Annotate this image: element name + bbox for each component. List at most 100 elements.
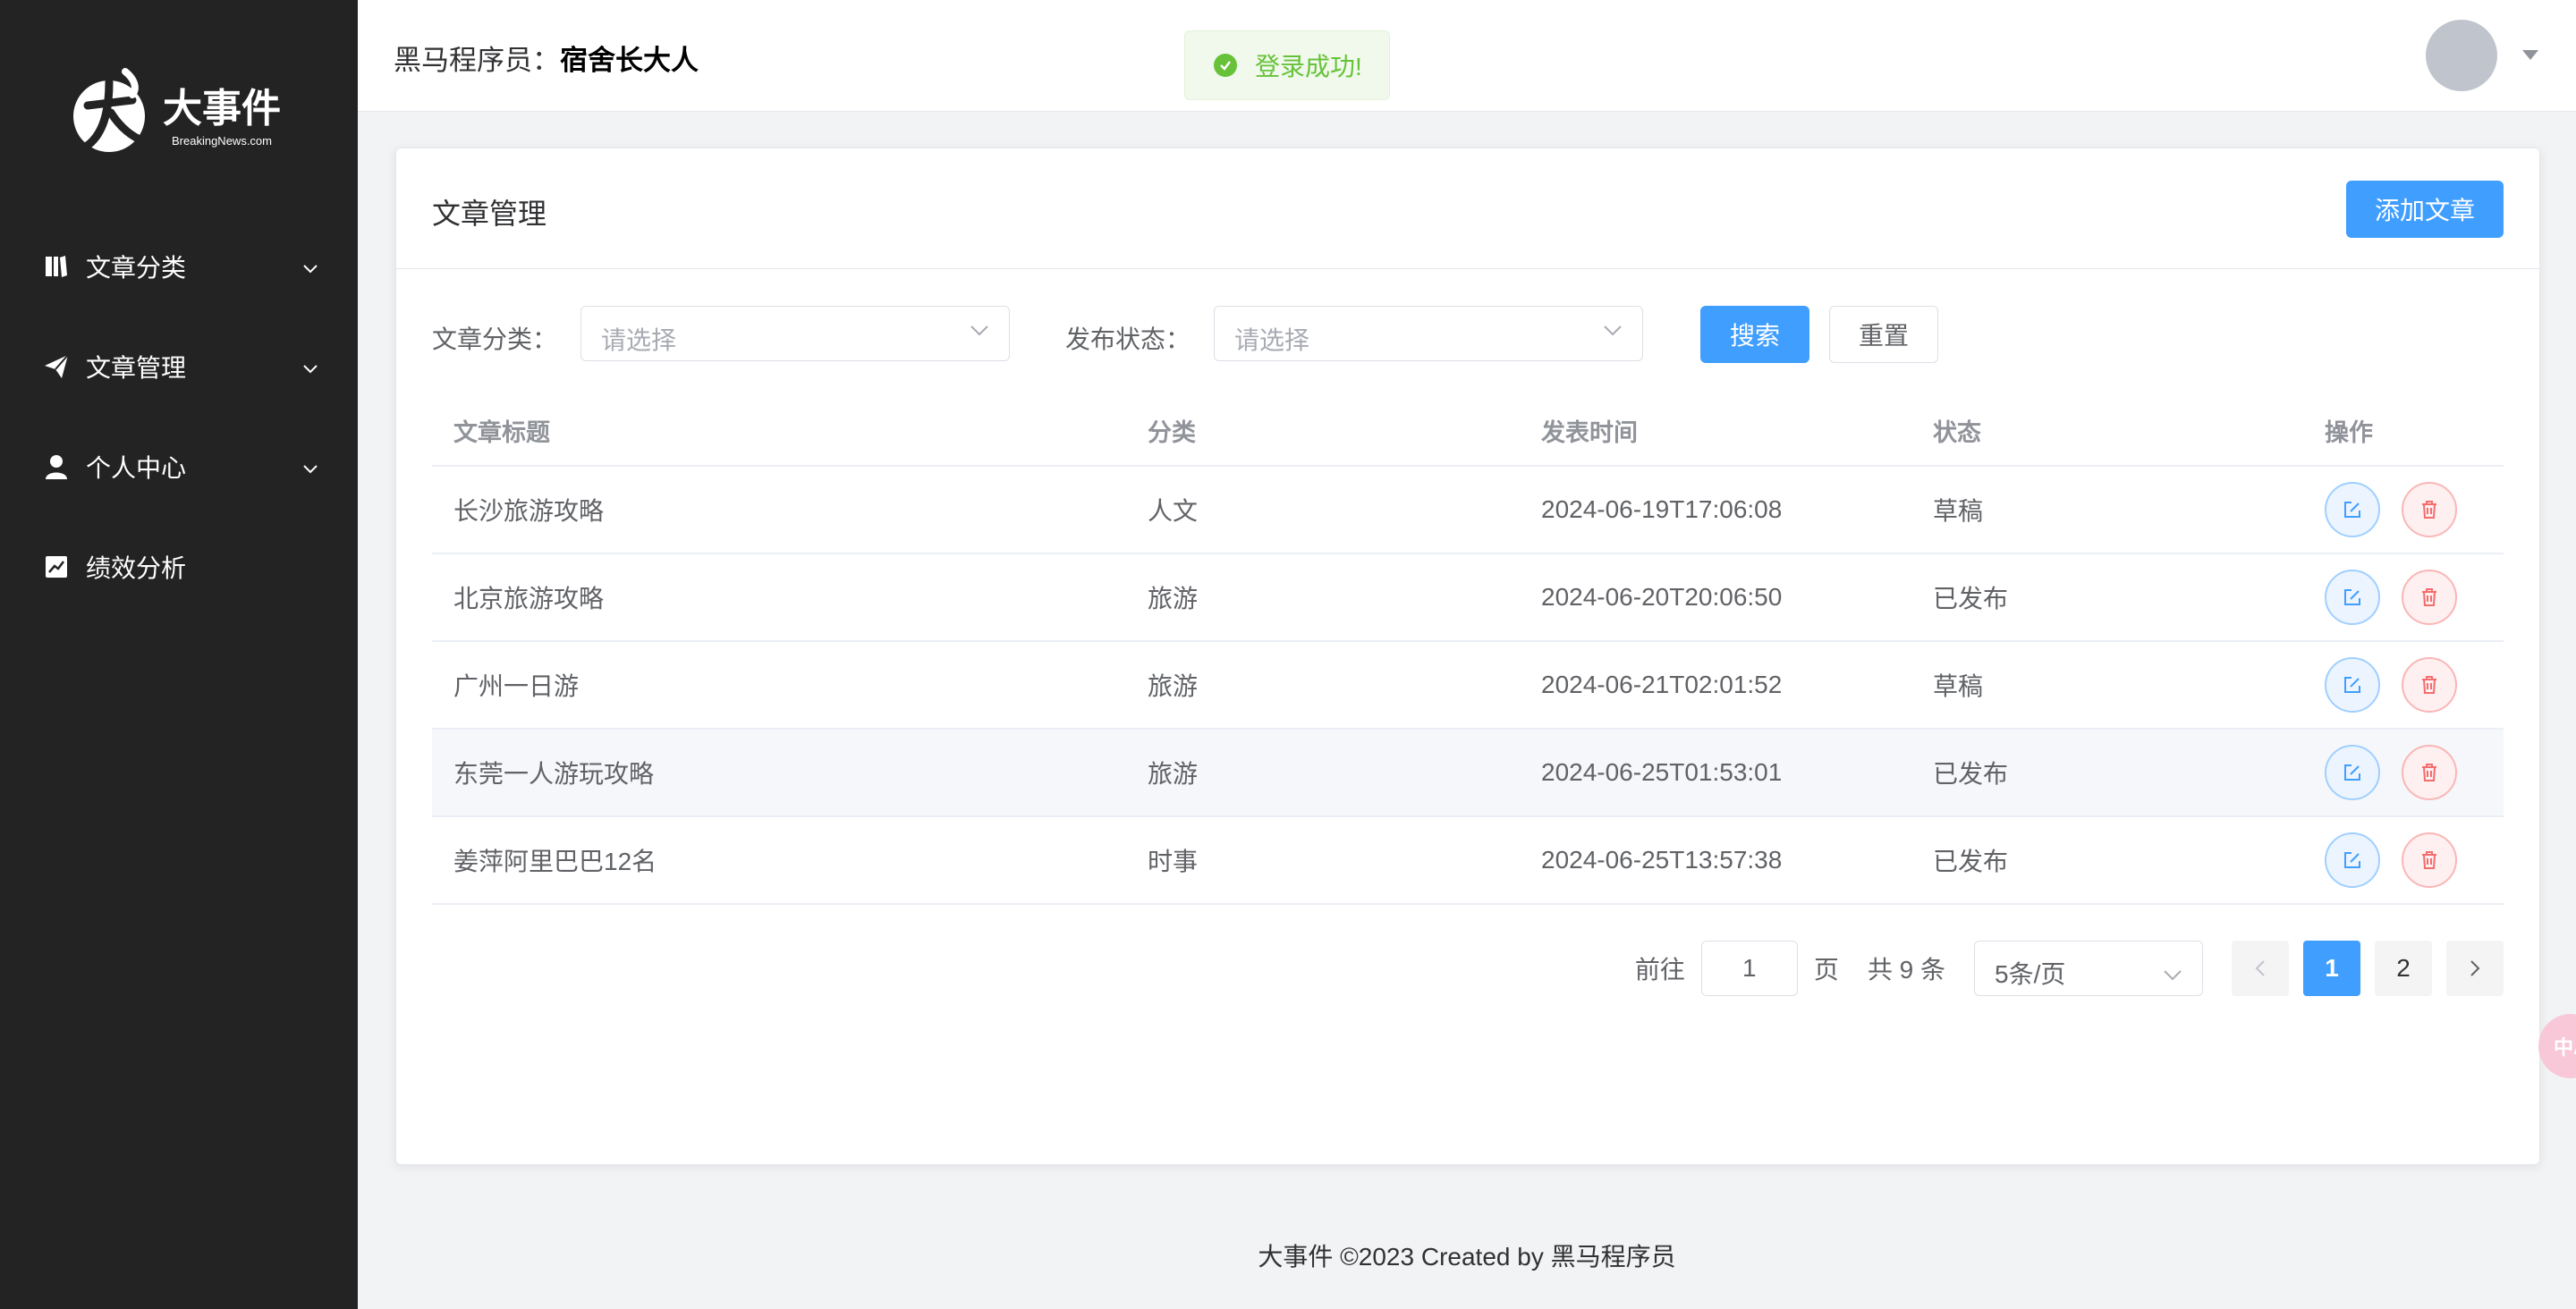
cell-status: 草稿 bbox=[1933, 497, 1984, 525]
sidebar: 大事件 BreakingNews.com 文章分类 文章管理 个人中心 绩效分析 bbox=[0, 0, 358, 1309]
goto-label: 前往 bbox=[1634, 956, 1685, 984]
sidebar-item-article-category[interactable]: 文章分类 bbox=[0, 216, 358, 317]
cell-category: 人文 bbox=[1148, 497, 1199, 525]
cell-category: 旅游 bbox=[1148, 760, 1199, 788]
add-article-button[interactable]: 添加文章 bbox=[2346, 181, 2504, 238]
caret-down-icon[interactable] bbox=[2522, 50, 2538, 60]
edit-button[interactable] bbox=[2325, 657, 2380, 713]
cell-category: 旅游 bbox=[1148, 585, 1199, 612]
trash-icon bbox=[2422, 764, 2436, 781]
sidebar-item-label: 个人中心 bbox=[86, 454, 187, 482]
delete-button[interactable] bbox=[2402, 832, 2457, 888]
search-button[interactable]: 搜索 bbox=[1700, 306, 1809, 363]
card-header: 文章管理 添加文章 bbox=[396, 148, 2539, 269]
logo-text: 大事件 bbox=[163, 86, 281, 131]
cell-status: 已发布 bbox=[1933, 848, 2009, 875]
book-icon bbox=[43, 253, 70, 280]
table-row: 广州一日游 旅游 2024-06-21T02:01:52 草稿 bbox=[432, 642, 2504, 730]
delete-button[interactable] bbox=[2402, 570, 2457, 625]
cell-actions bbox=[2325, 570, 2504, 625]
sidebar-item-label: 文章管理 bbox=[86, 354, 187, 382]
cell-time: 2024-06-25T01:53:01 bbox=[1541, 758, 1783, 786]
user-prefix: 黑马程序员： bbox=[394, 45, 560, 76]
toast-message: 登录成功! bbox=[1255, 53, 1362, 80]
edit-button[interactable] bbox=[2325, 570, 2380, 625]
table-header: 文章标题 分类 发表时间 状态 操作 bbox=[432, 395, 2504, 467]
goto-page-input[interactable] bbox=[1700, 941, 1798, 996]
cell-time: 2024-06-25T13:57:38 bbox=[1541, 846, 1783, 874]
edit-icon bbox=[2344, 677, 2360, 693]
cell-status: 草稿 bbox=[1933, 672, 1984, 700]
delete-button[interactable] bbox=[2402, 745, 2457, 800]
cell-title: 广州一日游 bbox=[453, 672, 580, 700]
trash-icon bbox=[2422, 501, 2436, 519]
cell-title: 东莞一人游玩攻略 bbox=[453, 760, 655, 788]
table-row: 东莞一人游玩攻略 旅游 2024-06-25T01:53:01 已发布 bbox=[432, 730, 2504, 817]
edit-button[interactable] bbox=[2325, 745, 2380, 800]
page-title: 文章管理 bbox=[432, 198, 547, 230]
total-count: 共 9 条 bbox=[1867, 956, 1945, 984]
cell-title: 姜萍阿里巴巴12名 bbox=[453, 848, 657, 875]
check-circle-icon bbox=[1214, 54, 1237, 77]
edit-icon bbox=[2344, 764, 2360, 781]
translate-icon[interactable]: 中A bbox=[2538, 1014, 2576, 1078]
next-page-button[interactable] bbox=[2446, 941, 2504, 996]
cell-actions bbox=[2325, 832, 2504, 888]
avatar[interactable] bbox=[2426, 20, 2497, 91]
column-header-actions: 操作 bbox=[2325, 418, 2373, 446]
delete-button[interactable] bbox=[2402, 657, 2457, 713]
chevron-down-icon bbox=[302, 452, 318, 481]
logo: 大事件 BreakingNews.com bbox=[70, 61, 302, 159]
page-footer: 大事件 ©2023 Created by 黑马程序员 bbox=[1258, 1243, 1676, 1271]
edit-icon bbox=[2344, 502, 2360, 518]
sidebar-item-personal-center[interactable]: 个人中心 bbox=[0, 417, 358, 517]
cell-title: 长沙旅游攻略 bbox=[453, 497, 605, 525]
prev-page-button[interactable] bbox=[2232, 941, 2289, 996]
sidebar-item-article-management[interactable]: 文章管理 bbox=[0, 317, 358, 417]
category-select[interactable]: 请选择 bbox=[580, 306, 1010, 361]
edit-button[interactable] bbox=[2325, 832, 2380, 888]
column-header-time: 发表时间 bbox=[1541, 418, 1638, 446]
page-button-2[interactable]: 2 bbox=[2375, 941, 2432, 996]
cell-time: 2024-06-20T20:06:50 bbox=[1541, 583, 1783, 611]
user-icon bbox=[43, 453, 70, 480]
sidebar-item-performance-analysis[interactable]: 绩效分析 bbox=[0, 517, 358, 617]
delete-button[interactable] bbox=[2402, 482, 2457, 537]
cell-status: 已发布 bbox=[1933, 585, 2009, 612]
status-placeholder: 请选择 bbox=[1234, 326, 1310, 354]
paper-plane-icon bbox=[43, 353, 70, 380]
table-row: 长沙旅游攻略 人文 2024-06-19T17:06:08 草稿 bbox=[432, 467, 2504, 554]
logo-subtext: BreakingNews.com bbox=[172, 134, 272, 148]
column-header-title: 文章标题 bbox=[453, 418, 550, 446]
chevron-right-icon bbox=[2470, 960, 2480, 976]
success-toast: 登录成功! bbox=[1184, 30, 1390, 100]
pagination: 前往 页 共 9 条 5条/页 1 2 bbox=[1635, 941, 2504, 996]
cell-category: 时事 bbox=[1148, 848, 1199, 875]
page-size-select[interactable]: 5条/页 bbox=[1974, 941, 2203, 996]
page-size-value: 5条/页 bbox=[1995, 960, 2066, 988]
chart-icon bbox=[43, 553, 70, 580]
sidebar-item-label: 文章分类 bbox=[86, 254, 187, 282]
column-header-category: 分类 bbox=[1148, 418, 1196, 446]
chevron-down-icon bbox=[302, 352, 318, 381]
page-suffix: 页 bbox=[1813, 956, 1839, 984]
cell-time: 2024-06-21T02:01:52 bbox=[1541, 671, 1783, 698]
reset-button[interactable]: 重置 bbox=[1829, 306, 1938, 363]
category-filter-label: 文章分类： bbox=[432, 325, 558, 353]
chevron-down-icon bbox=[1603, 325, 1623, 342]
cell-actions bbox=[2325, 657, 2504, 713]
trash-icon bbox=[2422, 588, 2436, 606]
cell-category: 旅游 bbox=[1148, 672, 1199, 700]
edit-button[interactable] bbox=[2325, 482, 2380, 537]
sidebar-item-label: 绩效分析 bbox=[86, 554, 187, 582]
column-header-status: 状态 bbox=[1933, 418, 1981, 446]
trash-icon bbox=[2422, 851, 2436, 869]
table-row: 姜萍阿里巴巴12名 时事 2024-06-25T13:57:38 已发布 bbox=[432, 817, 2504, 905]
cell-actions bbox=[2325, 745, 2504, 800]
trash-icon bbox=[2422, 676, 2436, 694]
article-management-card: 文章管理 添加文章 文章分类： 请选择 发布状态： 请选择 搜索 重置 文章标题… bbox=[395, 148, 2540, 1165]
chevron-left-icon bbox=[2255, 960, 2265, 976]
status-select[interactable]: 请选择 bbox=[1214, 306, 1643, 361]
page-button-1[interactable]: 1 bbox=[2303, 941, 2360, 996]
user-greeting: 黑马程序员：宿舍长大人 bbox=[394, 38, 699, 78]
